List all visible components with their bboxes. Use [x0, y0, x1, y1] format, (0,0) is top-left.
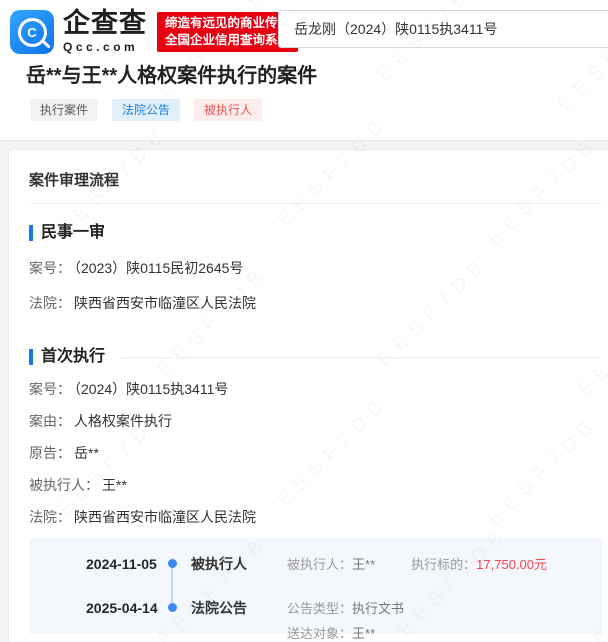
execution-amount: 17,750.00元 — [476, 557, 547, 572]
field-value: 岳** — [74, 445, 99, 461]
field-label: 被执行人： — [29, 477, 99, 493]
field-value: 陕西省西安市临潼区人民法院 — [74, 509, 256, 525]
stage2-plaintiff-row: 原告：岳** — [29, 445, 603, 462]
brand-row: C 企查查 Qcc.com 缔造有远见的商业传奇 全国企业信用查询系统 — [10, 10, 298, 54]
stage1-court-row: 法院：陕西省西安市临潼区人民法院 — [29, 295, 603, 312]
brand-text: 企查查 Qcc.com — [63, 10, 147, 54]
timeline-event: 法院公告 — [191, 599, 287, 617]
timeline-date: 2025-04-14 — [86, 599, 162, 617]
stage-first-execution: 首次执行 案号：（2024）陕0115执3411号 案由：人格权案件执行 原告：… — [29, 348, 603, 634]
blue-bar-icon — [29, 349, 33, 365]
stage2-court-row: 法院：陕西省西安市临潼区人民法院 — [29, 509, 603, 526]
detail-label: 送达对象： — [287, 626, 352, 641]
field-label: 法院： — [29, 295, 71, 311]
detail-value: 王** — [352, 557, 375, 572]
field-label: 案由： — [29, 413, 71, 429]
field-label: 法院： — [29, 509, 71, 525]
timeline-dot-icon — [168, 603, 177, 612]
qcc-logo-letter: C — [27, 26, 36, 39]
stage2-heading: 首次执行 — [29, 348, 603, 366]
section-divider — [29, 203, 603, 204]
brand-domain: Qcc.com — [63, 40, 147, 54]
slogan-line-2: 全国企业信用查询系统 — [165, 32, 290, 49]
blue-bar-icon — [29, 225, 33, 241]
section-title: 案件审理流程 — [29, 169, 603, 190]
stage1-case-number-row: 案号：（2023）陕0115民初2645号 — [29, 260, 603, 277]
field-value: 人格权案件执行 — [74, 413, 172, 429]
stage-civil-first-instance: 民事一审 案号：（2023）陕0115民初2645号 法院：陕西省西安市临潼区人… — [29, 224, 603, 312]
case-timeline: 2024-11-05 被执行人 被执行人：王** 执行标的：17,750.00元… — [29, 538, 603, 634]
detail-value: 王** — [352, 626, 375, 641]
timeline-detail-line: 公告类型：执行文书 — [287, 600, 404, 617]
qcc-logo[interactable]: C 企查查 Qcc.com — [10, 10, 147, 54]
timeline-dot-icon — [168, 559, 177, 568]
page-title: 岳**与王**人格权案件执行的案件 — [26, 59, 317, 88]
detail-item: 送达对象：王** — [287, 625, 375, 642]
timeline-connector-line — [171, 565, 173, 608]
timeline-details: 被执行人：王** 执行标的：17,750.00元 — [287, 556, 547, 573]
stage1-title: 民事一审 — [41, 224, 105, 242]
field-label: 案号： — [29, 260, 71, 276]
field-label: 原告： — [29, 445, 71, 461]
stage1-heading: 民事一审 — [29, 224, 603, 242]
detail-label: 执行标的： — [411, 557, 476, 572]
field-value: （2024）陕0115执3411号 — [74, 381, 228, 397]
timeline-details: 公告类型：执行文书 送达对象：王** — [287, 600, 404, 642]
brand-slogan-badge: 缔造有远见的商业传奇 全国企业信用查询系统 — [157, 12, 298, 52]
qcc-logo-tail — [42, 40, 50, 48]
detail-value: 执行文书 — [352, 601, 404, 616]
stage2-title: 首次执行 — [41, 348, 105, 366]
heading-rule — [121, 357, 601, 358]
timeline-event: 被执行人 — [191, 555, 287, 573]
detail-item: 执行标的：17,750.00元 — [411, 556, 547, 573]
field-value: 陕西省西安市临潼区人民法院 — [74, 295, 256, 311]
timeline-row-executed-person: 2024-11-05 被执行人 被执行人：王** 执行标的：17,750.00元 — [86, 555, 603, 573]
timeline-detail-line: 被执行人：王** 执行标的：17,750.00元 — [287, 556, 547, 573]
tag-execution-case: 执行案件 — [30, 99, 98, 121]
timeline-row-court-notice: 2025-04-14 法院公告 公告类型：执行文书 送达对象：王** — [86, 599, 603, 642]
qcc-logo-icon: C — [10, 10, 54, 54]
tag-person-executed[interactable]: 被执行人 — [194, 99, 262, 121]
detail-item: 公告类型：执行文书 — [287, 600, 404, 617]
case-tags: 执行案件 法院公告 被执行人 — [30, 99, 262, 121]
stage2-case-number-row: 案号：（2024）陕0115执3411号 — [29, 381, 603, 398]
field-value: 王** — [102, 477, 127, 493]
detail-item: 被执行人：王** — [287, 556, 375, 573]
timeline-date: 2024-11-05 — [86, 555, 162, 573]
field-value: （2023）陕0115民初2645号 — [74, 260, 243, 276]
field-label: 案号： — [29, 381, 71, 397]
stage2-executed-person-row: 被执行人：王** — [29, 477, 603, 494]
brand-name: 企查查 — [63, 10, 147, 37]
timeline-detail-line: 送达对象：王** — [287, 625, 404, 642]
top-header: C 企查查 Qcc.com 缔造有远见的商业传奇 全国企业信用查询系统 岳**与… — [0, 0, 608, 141]
search-input[interactable] — [278, 10, 608, 48]
case-flow-card: 案件审理流程 民事一审 案号：（2023）陕0115民初2645号 法院：陕西省… — [8, 149, 608, 642]
tag-court-notice[interactable]: 法院公告 — [112, 99, 180, 121]
stage2-cause-row: 案由：人格权案件执行 — [29, 413, 603, 430]
detail-label: 公告类型： — [287, 601, 352, 616]
detail-label: 被执行人： — [287, 557, 352, 572]
slogan-line-1: 缔造有远见的商业传奇 — [165, 15, 290, 32]
